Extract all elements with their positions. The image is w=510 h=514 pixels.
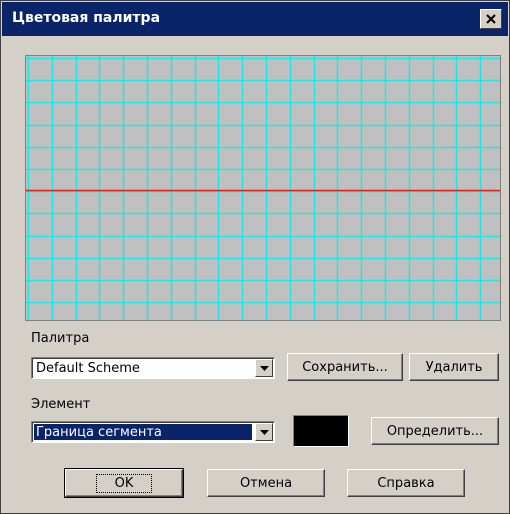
window-title: Цветовая палитра bbox=[12, 10, 161, 26]
define-button[interactable]: Определить... bbox=[371, 417, 499, 445]
save-button[interactable]: Сохранить... bbox=[287, 353, 403, 381]
close-icon bbox=[486, 14, 496, 24]
element-dropdown-button[interactable] bbox=[255, 423, 273, 441]
chevron-down-icon bbox=[259, 365, 269, 371]
cancel-button[interactable]: Отмена bbox=[207, 469, 325, 497]
palette-dropdown[interactable]: Default Scheme bbox=[31, 357, 275, 379]
color-swatch bbox=[293, 415, 349, 447]
color-palette-dialog: Цветовая палитра Палитра Default Scheme … bbox=[0, 0, 510, 514]
palette-grid-canvas bbox=[26, 56, 500, 320]
ok-button[interactable]: OK bbox=[64, 468, 184, 498]
title-bar[interactable]: Цветовая палитра bbox=[2, 2, 508, 36]
element-dropdown[interactable]: Граница сегмента bbox=[31, 421, 275, 443]
ok-button-label: OK bbox=[95, 473, 153, 493]
element-dropdown-value: Граница сегмента bbox=[36, 425, 162, 440]
palette-label: Палитра bbox=[31, 331, 90, 346]
delete-button[interactable]: Удалить bbox=[409, 353, 499, 381]
close-button[interactable] bbox=[480, 9, 502, 29]
palette-grid[interactable] bbox=[25, 55, 501, 321]
chevron-down-icon bbox=[259, 429, 269, 435]
element-label: Элемент bbox=[31, 397, 91, 412]
help-button[interactable]: Справка bbox=[347, 469, 465, 497]
palette-dropdown-value: Default Scheme bbox=[36, 361, 140, 376]
palette-dropdown-button[interactable] bbox=[255, 359, 273, 377]
